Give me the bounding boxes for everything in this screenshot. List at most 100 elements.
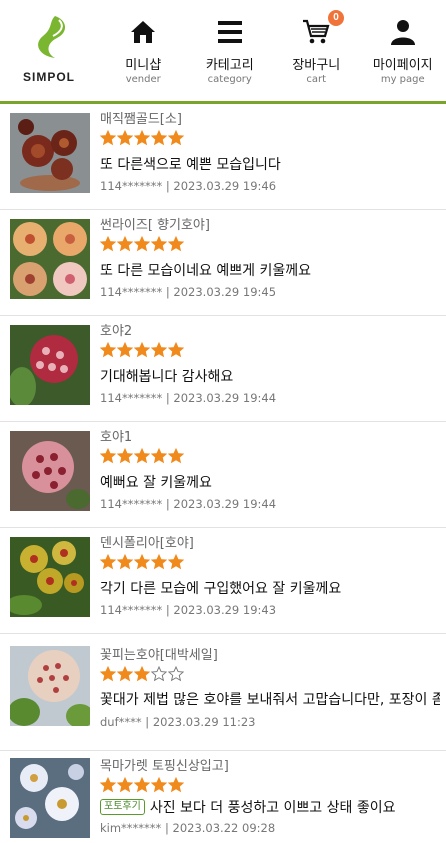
nav-vender[interactable]: 미니샵 vender — [100, 16, 187, 86]
star-rating — [100, 236, 185, 254]
reviewer-name: 114******* — [100, 497, 163, 511]
margaret-photo-icon — [10, 758, 90, 838]
star-filled-icon — [168, 130, 184, 146]
review-meta: kim******* | 2023.03.22 09:28 — [100, 821, 276, 835]
brand-name: SIMPOL — [22, 70, 75, 84]
star-filled-icon — [168, 448, 184, 464]
product-name[interactable]: 호야2 — [100, 320, 132, 339]
product-name[interactable]: 꽃피는호야[대박세일] — [100, 644, 218, 663]
review-text-body: 또 다른색으로 예쁜 모습입니다 — [100, 157, 281, 173]
nav-sublabel: my page — [380, 74, 425, 85]
star-filled-icon — [117, 666, 133, 682]
reviewer-name: duf**** — [100, 715, 142, 729]
reviewer-name: 114******* — [100, 391, 163, 405]
star-filled-icon — [151, 448, 167, 464]
succulent-photo-icon — [10, 113, 90, 193]
review-item[interactable]: 호야2 기대해봅니다 감사해요 114******* | 2023.03.29 … — [0, 316, 446, 422]
nav-label: 카테고리 — [205, 58, 254, 73]
star-rating — [100, 342, 185, 360]
review-item[interactable]: 목마가렛 토핑신상입고] 포토후기 사진 보다 더 풍성하고 이쁘고 상태 좋이요… — [0, 751, 446, 843]
star-filled-icon — [100, 554, 116, 570]
star-filled-icon — [151, 342, 167, 358]
star-rating — [100, 448, 185, 466]
review-meta: 114******* | 2023.03.29 19:43 — [100, 603, 277, 617]
star-filled-icon — [134, 236, 150, 252]
reviewer-name: 114******* — [100, 285, 163, 299]
nav-mypage[interactable]: 마이페이지 my page — [360, 16, 446, 86]
star-filled-icon — [168, 777, 184, 793]
cart-count-badge: 0 — [328, 10, 344, 26]
star-filled-icon — [168, 236, 184, 252]
nav-category[interactable]: 카테고리 category — [187, 16, 274, 86]
product-thumbnail[interactable] — [10, 219, 90, 299]
review-item[interactable]: 덴시폴리아[호야] 각기 다른 모습에 구입했어요 잘 키울께요 114****… — [0, 528, 446, 634]
star-filled-icon — [117, 448, 133, 464]
star-filled-icon — [151, 130, 167, 146]
product-name[interactable]: 덴시폴리아[호야] — [100, 532, 194, 551]
star-rating — [100, 777, 185, 795]
product-name[interactable]: 썬라이즈[ 향기호야] — [100, 214, 210, 233]
reviewer-name: kim******* — [100, 821, 162, 835]
review-text[interactable]: 또 다른 모습이네요 예쁘게 키울께요 — [100, 260, 440, 280]
nav-sublabel: category — [207, 74, 252, 85]
review-text[interactable]: 꽃대가 제법 많은 호야를 보내줘서 고맙습니다만, 포장이 좀 아쉬웠어요 — [100, 689, 440, 709]
user-icon — [390, 20, 415, 45]
home-icon — [131, 21, 156, 43]
review-text-body: 기대해봅니다 감사해요 — [100, 369, 234, 385]
review-text-body: 각기 다른 모습에 구입했어요 잘 키울께요 — [100, 581, 342, 597]
review-text[interactable]: 예뻐요 잘 키울께요 — [100, 472, 440, 492]
product-thumbnail[interactable] — [10, 325, 90, 405]
product-name[interactable]: 목마가렛 토핑신상입고] — [100, 755, 229, 774]
star-filled-icon — [168, 342, 184, 358]
star-filled-icon — [134, 448, 150, 464]
review-item[interactable]: 매직쨈골드[소] 또 다른색으로 예쁜 모습입니다 114******* | 2… — [0, 104, 446, 210]
review-item[interactable]: 썬라이즈[ 향기호야] 또 다른 모습이네요 예쁘게 키울께요 114*****… — [0, 210, 446, 316]
star-filled-icon — [134, 342, 150, 358]
review-date: 2023.03.29 19:45 — [173, 285, 277, 299]
product-thumbnail[interactable] — [10, 113, 90, 193]
nav-sublabel: cart — [306, 74, 327, 85]
star-filled-icon — [100, 666, 116, 682]
star-filled-icon — [134, 666, 150, 682]
review-date: 2023.03.29 19:43 — [173, 603, 277, 617]
product-name[interactable]: 호야1 — [100, 426, 132, 445]
review-meta: 114******* | 2023.03.29 19:45 — [100, 285, 277, 299]
star-empty-icon — [168, 666, 184, 682]
brand-logo[interactable]: SIMPOL — [14, 14, 84, 89]
star-filled-icon — [151, 554, 167, 570]
review-text[interactable]: 포토후기 사진 보다 더 풍성하고 이쁘고 상태 좋이요 — [100, 797, 440, 817]
star-filled-icon — [117, 236, 133, 252]
nav-sublabel: vender — [125, 74, 161, 85]
hoya-bloom-photo-icon — [10, 646, 90, 726]
product-thumbnail[interactable] — [10, 537, 90, 617]
star-filled-icon — [168, 554, 184, 570]
review-text-body: 꽃대가 제법 많은 호야를 보내줘서 고맙습니다만, 포장이 좀 아쉬웠어요 — [100, 692, 440, 708]
review-list: 매직쨈골드[소] 또 다른색으로 예쁜 모습입니다 114******* | 2… — [0, 104, 446, 843]
review-date: 2023.03.29 19:44 — [173, 391, 277, 405]
review-date: 2023.03.29 19:46 — [173, 179, 277, 193]
photo-review-tag: 포토후기 — [100, 799, 145, 815]
review-text-body: 또 다른 모습이네요 예쁘게 키울께요 — [100, 263, 311, 279]
cart-icon — [303, 19, 330, 44]
review-text[interactable]: 또 다른색으로 예쁜 모습입니다 — [100, 154, 440, 174]
review-text[interactable]: 기대해봅니다 감사해요 — [100, 366, 440, 386]
product-name[interactable]: 매직쨈골드[소] — [100, 108, 182, 127]
review-text-body: 예뻐요 잘 키울께요 — [100, 475, 212, 491]
star-filled-icon — [134, 554, 150, 570]
nav-cart[interactable]: 0 장바구니 cart — [273, 10, 360, 86]
review-text[interactable]: 각기 다른 모습에 구입했어요 잘 키울께요 — [100, 578, 440, 598]
star-filled-icon — [100, 130, 116, 146]
review-meta: 114******* | 2023.03.29 19:44 — [100, 497, 277, 511]
product-thumbnail[interactable] — [10, 758, 90, 838]
review-item[interactable]: 호야1 예뻐요 잘 키울께요 114******* | 2023.03.29 1… — [0, 422, 446, 528]
product-thumbnail[interactable] — [10, 646, 90, 726]
star-filled-icon — [134, 777, 150, 793]
hoya-sunrise-photo-icon — [10, 219, 90, 299]
review-item[interactable]: 꽃피는호야[대박세일] 꽃대가 제법 많은 호야를 보내줘서 고맙습니다만, 포… — [0, 634, 446, 751]
nav-label: 장바구니 — [292, 58, 341, 73]
star-filled-icon — [100, 342, 116, 358]
reviewer-name: 114******* — [100, 603, 163, 617]
product-thumbnail[interactable] — [10, 431, 90, 511]
star-filled-icon — [117, 130, 133, 146]
star-filled-icon — [117, 554, 133, 570]
